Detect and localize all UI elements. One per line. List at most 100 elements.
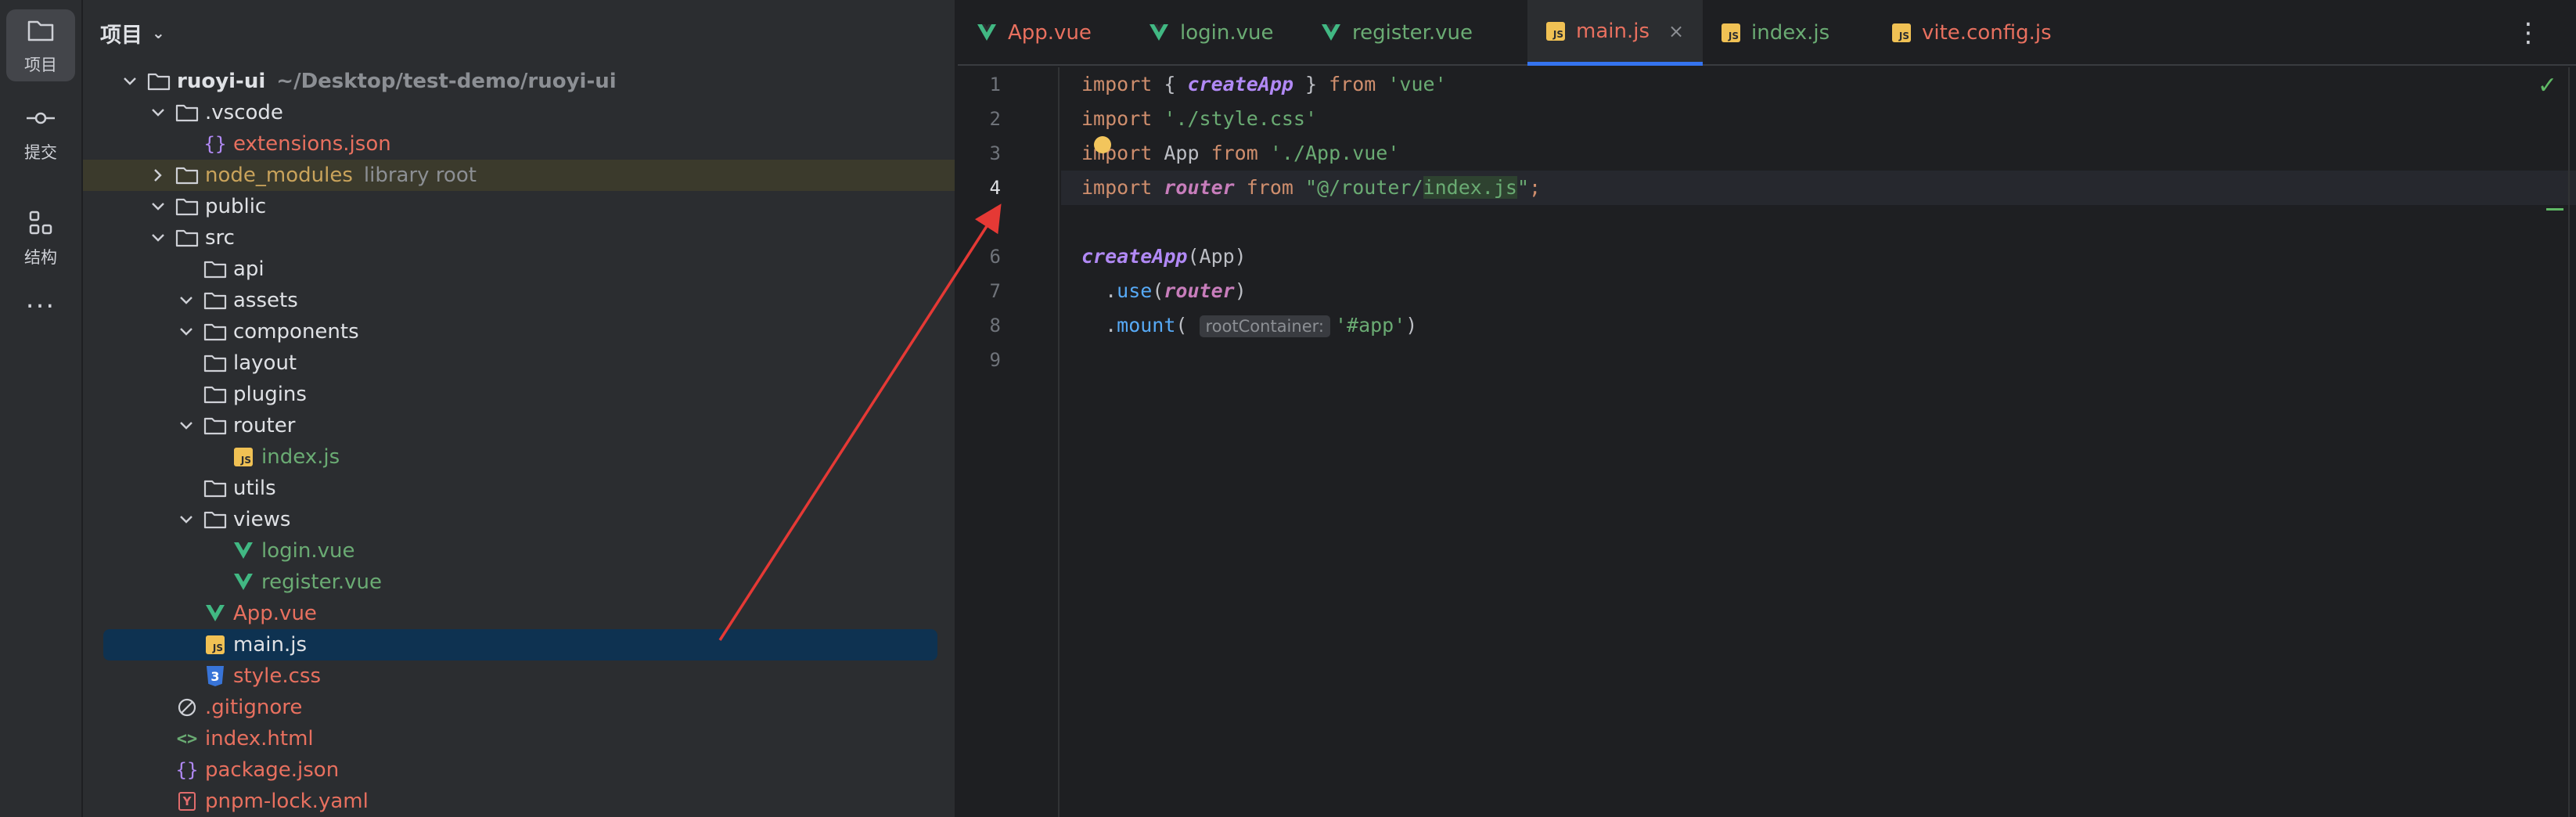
vue-icon [203,602,227,625]
tree-item[interactable]: components [83,316,955,347]
chevron-down-icon[interactable] [149,97,167,128]
chevron-down-icon[interactable] [177,410,196,441]
folder-icon [203,477,227,500]
tree-item[interactable]: JS index.js [83,441,955,473]
tree-item-label: App.vue [233,602,317,625]
chevron-down-icon[interactable] [177,316,196,347]
editor-area: App.vue login.vue register.vue JS main.js × JS… [958,0,2576,817]
tree-item[interactable]: node_modules library root [83,160,955,191]
tab-register-vue[interactable]: register.vue [1302,0,1527,66]
structure-tool-button[interactable]: 结构 [6,202,75,274]
structure-icon [29,211,52,235]
tree-item-label: index.html [205,727,314,750]
tree-item[interactable]: ruoyi-ui ~/Desktop/test-demo/ruoyi-ui [83,66,955,97]
chevron-right-icon[interactable] [149,160,167,191]
inlay-hint: rootContainer: [1199,315,1330,337]
no-problems-check-icon[interactable]: ✓ [2538,72,2557,99]
js-icon: JS [1546,21,1565,41]
tree-item[interactable]: public [83,191,955,222]
tree-item[interactable]: App.vue [83,598,955,629]
folder-icon [203,414,227,437]
tree-item[interactable]: utils [83,473,955,504]
tree-item[interactable]: plugins [83,379,955,410]
tab-login-vue[interactable]: login.vue [1130,0,1302,66]
folder-icon [175,101,199,124]
tree-item[interactable]: api [83,254,955,285]
code-line: createApp(App) [1081,245,1247,268]
project-tool-label: 项目 [24,56,57,74]
folder-icon [175,226,199,250]
tree-item[interactable]: Ypnpm-lock.yaml [83,786,955,817]
vue-icon [977,23,997,42]
tab-label: register.vue [1352,21,1473,45]
line-number-gutter: 1 2 3 4 6 7 8 9 [958,67,1060,817]
tree-item[interactable]: {} package.json [83,754,955,786]
code-line-current: import router from "@/router/index.js"; [1061,171,2576,205]
code-area[interactable]: import { createApp } from 'vue' import '… [1061,67,2576,817]
line-number: 7 [989,280,1001,302]
tree-item[interactable]: layout [83,347,955,379]
folder-icon [147,70,171,93]
chevron-down-icon[interactable] [149,222,167,254]
chevron-down-icon: ⌄ [152,23,165,42]
chevron-down-icon[interactable] [121,66,139,97]
tab-vite-config-js[interactable]: JS vite.config.js [1873,0,2077,66]
tree-item[interactable]: .vscode [83,97,955,128]
tabs-more-icon[interactable]: ⋮ [2515,17,2542,49]
tree-item[interactable]: 3 style.css [83,660,955,692]
lightbulb-icon[interactable] [1094,136,1111,153]
tree-item-label: register.vue [261,570,383,594]
tree-item-label: node_modules library root [205,164,477,187]
chevron-down-icon[interactable] [177,504,196,535]
tree-item[interactable]: <> index.html [83,723,955,754]
tab-app-vue[interactable]: App.vue [958,0,1130,66]
yaml-icon: Y [175,790,199,813]
tree-item[interactable]: {} extensions.json [83,128,955,160]
more-tools-button[interactable]: ... [6,275,75,322]
more-dots-icon: ... [25,283,56,315]
line-number: 3 [989,142,1001,164]
tree-item-label: views [233,508,291,531]
chevron-down-icon[interactable] [177,285,196,316]
code-line: import { createApp } from 'vue' [1081,73,1447,95]
vue-icon [1321,23,1341,42]
tree-item-label: style.css [233,664,321,688]
close-icon[interactable]: × [1668,20,1684,42]
tree-item-label: assets [233,289,298,312]
folder-icon [27,20,54,41]
tab-label: index.js [1751,21,1830,45]
tab-label: App.vue [1008,21,1092,45]
project-tool-button[interactable]: 项目 [6,9,75,81]
tree-item-label: layout [233,351,297,375]
commit-tool-button[interactable]: 提交 [6,97,75,169]
tree-item-label: utils [233,477,276,500]
vue-icon [232,539,255,563]
editor-scrollbar[interactable] [2568,67,2570,817]
tree-item[interactable]: views [83,504,955,535]
js-icon: JS [203,633,227,657]
vue-icon [232,570,255,594]
tab-index-js[interactable]: JS index.js [1703,0,1873,66]
project-panel-header[interactable]: 项目 ⌄ [100,16,165,50]
code-line: .use(router) [1081,279,1247,302]
chevron-down-icon[interactable] [149,191,167,222]
folder-icon [203,508,227,531]
tree-item[interactable]: assets [83,285,955,316]
json-icon: {} [175,759,199,781]
tree-item[interactable]: router [83,410,955,441]
tree-item-label: .vscode [205,101,283,124]
tree-item[interactable]: JS main.js [103,629,937,660]
tree-item-hint: library root [363,164,477,187]
tab-main-js[interactable]: JS main.js × [1527,0,1703,66]
tree-item-label: router [233,414,296,437]
tree-item[interactable]: src [83,222,955,254]
tree-item[interactable]: .gitignore [83,692,955,723]
tree-item[interactable]: register.vue [83,567,955,598]
folder-icon [203,383,227,406]
activity-bar: 项目 提交 结构 ... [0,0,83,817]
line-number: 1 [989,74,1001,95]
ignore-icon [175,696,199,719]
tree-item[interactable]: login.vue [83,535,955,567]
project-panel: 项目 ⌄ ruoyi-ui ~/Desktop/test-demo/ruoyi-u… [83,0,956,817]
project-panel-title: 项目 [100,23,142,48]
